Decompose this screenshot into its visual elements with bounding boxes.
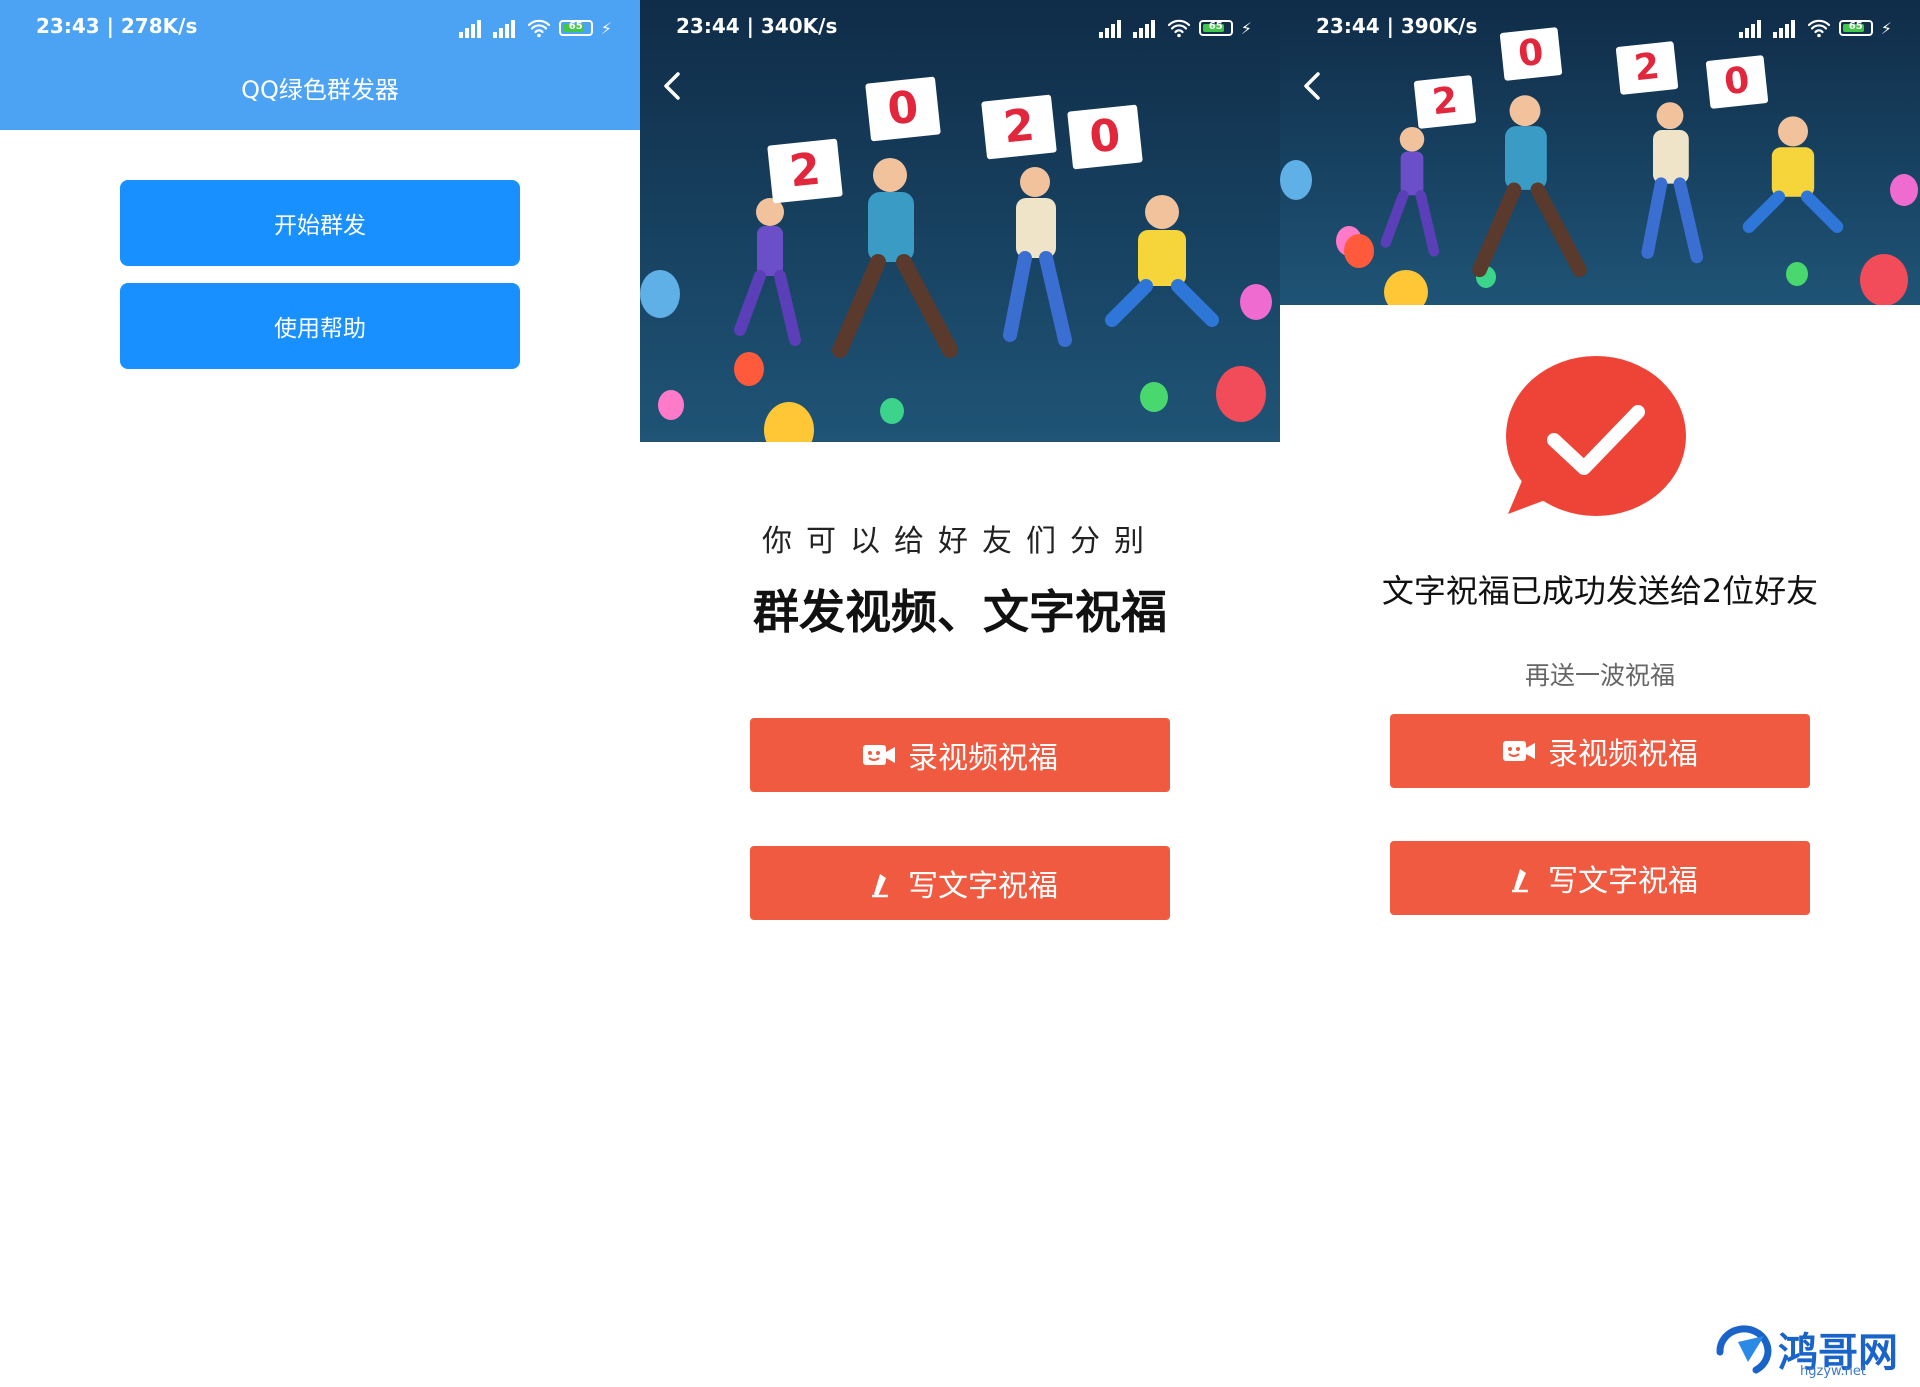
back-arrow-icon[interactable] [658, 68, 686, 104]
start-broadcast-button[interactable]: 开始群发 [120, 180, 520, 266]
intro-headline: 群发视频、文字祝福 [753, 585, 1167, 639]
battery-icon: 65 [1198, 20, 1233, 36]
intro-subtitle: 你可以给好友们分别 [762, 524, 1158, 559]
screen-home: 23:43 | 278K/s 65 ⚡ QQ绿色群发器 开始群发 使用帮助 [0, 0, 640, 1387]
record-video-label: 录视频祝福 [1548, 737, 1698, 772]
status-time: 23:43 | 278K/s [36, 14, 198, 38]
video-camera-icon [863, 745, 895, 765]
banner-digit: 0 [865, 76, 941, 142]
video-camera-icon [1503, 741, 1535, 761]
wifi-icon [1807, 19, 1830, 38]
signal-icon [458, 18, 485, 38]
record-video-label: 录视频祝福 [908, 741, 1058, 776]
banner-digit: 2 [767, 138, 843, 204]
status-bar: 23:44 | 340K/s 65 ⚡ [640, 0, 1280, 56]
back-arrow-icon[interactable] [1298, 68, 1326, 104]
write-text-label: 写文字祝福 [908, 869, 1058, 904]
signal-icon [1772, 18, 1799, 38]
write-text-label: 写文字祝福 [1548, 864, 1698, 899]
status-bar: 23:44 | 390K/s 65 ⚡ [1280, 0, 1920, 56]
status-time: 23:44 | 340K/s [676, 14, 838, 38]
app-title: QQ绿色群发器 [241, 76, 399, 104]
wifi-icon [527, 19, 550, 38]
record-video-button[interactable]: 录视频祝福 [1390, 714, 1810, 788]
wifi-icon [1167, 19, 1190, 38]
write-text-button[interactable]: 写文字祝福 [1390, 841, 1810, 915]
signal-icon [1738, 18, 1765, 38]
battery-icon: 65 [558, 20, 593, 36]
status-bar: 23:43 | 278K/s 65 ⚡ [0, 0, 640, 56]
banner-digit: 2 [981, 94, 1057, 160]
watermark: 鸿哥网 hgzyw.net [1712, 1318, 1912, 1382]
banner-digit: 0 [1067, 104, 1143, 170]
help-button[interactable]: 使用帮助 [120, 283, 520, 369]
charging-icon: ⚡ [600, 18, 612, 38]
signal-icon [1098, 18, 1125, 38]
checkmark-icon [1506, 356, 1686, 516]
pen-icon [872, 874, 888, 898]
charging-icon: ⚡ [1880, 18, 1892, 38]
send-again-link[interactable]: 再送一波祝福 [1280, 656, 1920, 692]
signal-icon [492, 18, 519, 38]
banner-digit: 0 [1705, 55, 1769, 109]
battery-icon: 65 [1838, 20, 1873, 36]
record-video-button[interactable]: 录视频祝福 [750, 718, 1170, 792]
pen-icon [1512, 869, 1528, 893]
watermark-logo-icon [1716, 1325, 1772, 1374]
screen-success: 2 0 2 0 23:44 | 390K/s 65 ⚡ 文字祝福已成功发送给2位… [1280, 0, 1920, 1387]
write-text-button[interactable]: 写文字祝福 [750, 846, 1170, 920]
app-header: 23:43 | 278K/s 65 ⚡ QQ绿色群发器 [0, 0, 640, 130]
banner-digit: 2 [1413, 75, 1477, 129]
status-time: 23:44 | 390K/s [1316, 14, 1478, 38]
success-message: 文字祝福已成功发送给2位好友 [1381, 572, 1819, 610]
charging-icon: ⚡ [1240, 18, 1252, 38]
screen-greeting: 2 0 2 0 23:44 | 340K/s 65 ⚡ 你可以给好友们分别 群发… [640, 0, 1280, 1387]
watermark-url: hgzyw.net [1800, 1364, 1866, 1379]
signal-icon [1132, 18, 1159, 38]
banner-image: 2 0 2 0 [640, 0, 1280, 442]
